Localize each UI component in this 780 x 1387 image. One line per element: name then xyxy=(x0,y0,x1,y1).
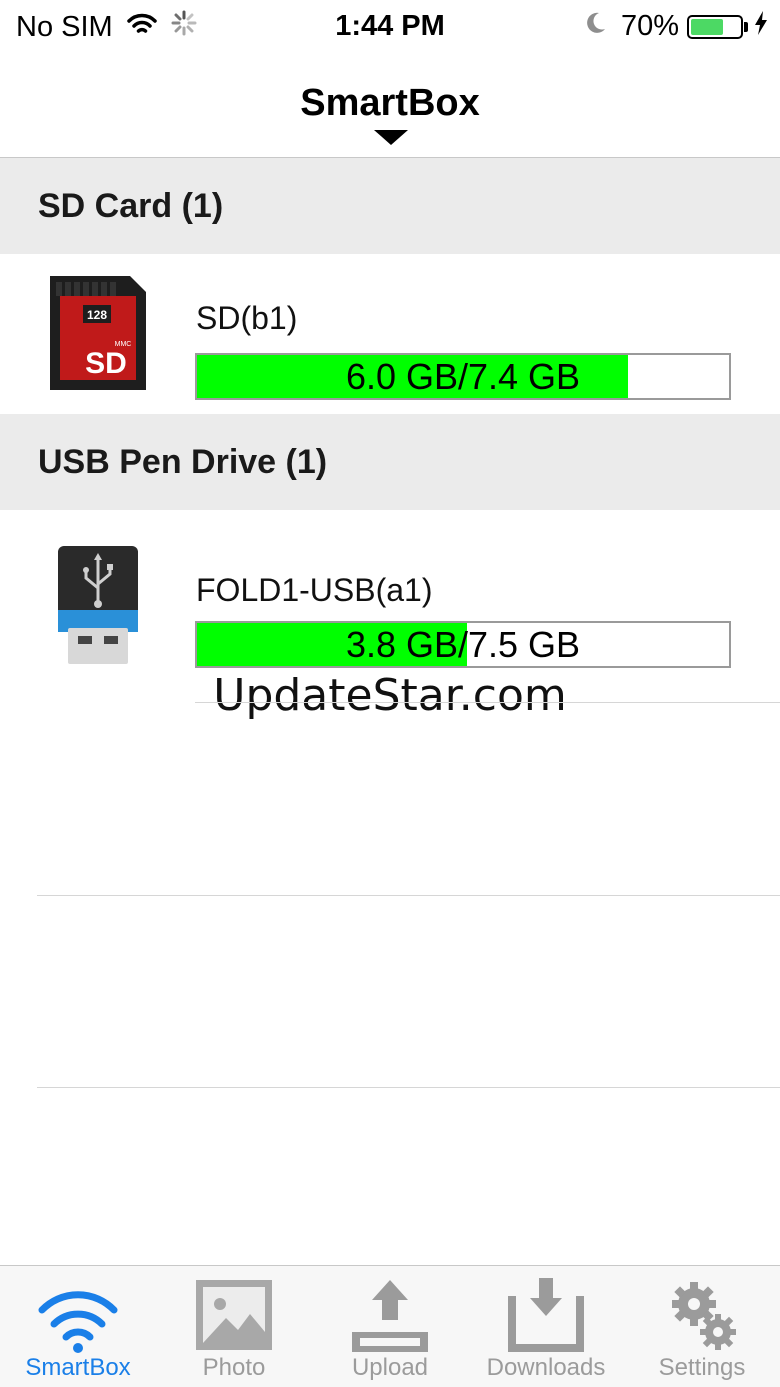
watermark: UpdateStar.com xyxy=(213,670,567,721)
sd-capacity-label: 128 xyxy=(87,308,107,322)
sd-card-icon: 128 MMC SD xyxy=(48,274,148,397)
section-header-usb-pen-drive: USB Pen Drive (1) xyxy=(0,414,780,510)
section-header-sd-card: SD Card (1) xyxy=(0,158,780,254)
storage-usage-bar: 3.8 GB/7.5 GB xyxy=(195,621,731,668)
device-row-sd[interactable]: 128 MMC SD SD(b1) 6.0 GB/7.4 GB xyxy=(0,254,780,414)
device-name: FOLD1-USB(a1) xyxy=(196,572,433,608)
row-separator xyxy=(37,895,780,896)
status-right: 70% xyxy=(585,10,768,43)
storage-usage-bar: 6.0 GB/7.4 GB xyxy=(195,353,731,400)
storage-usage-text: 6.0 GB/7.4 GB xyxy=(345,356,581,397)
wifi-icon xyxy=(36,1276,120,1356)
tab-downloads[interactable]: Downloads xyxy=(468,1266,624,1387)
storage-usage-text: 3.8 GB/7.5 GB xyxy=(345,624,581,665)
upload-icon xyxy=(348,1276,432,1356)
battery-tip xyxy=(744,21,748,32)
tab-label: Downloads xyxy=(486,1354,606,1381)
gear-icon xyxy=(660,1276,744,1356)
dropdown-arrow-icon[interactable] xyxy=(374,130,408,145)
photo-icon xyxy=(192,1276,276,1356)
page-title[interactable]: SmartBox xyxy=(0,82,780,125)
section-title: SD Card (1) xyxy=(38,186,224,225)
battery-percent: 70% xyxy=(620,10,679,42)
do-not-disturb-moon-icon xyxy=(585,10,607,43)
tab-smartbox[interactable]: SmartBox xyxy=(0,1266,156,1387)
battery-icon xyxy=(687,14,743,39)
status-bar: No SIM 1:44 PM 70% xyxy=(0,0,780,54)
downloads-icon xyxy=(504,1276,588,1356)
section-title: USB Pen Drive (1) xyxy=(38,442,328,481)
row-separator xyxy=(195,702,780,703)
charging-bolt-icon xyxy=(754,10,768,43)
sd-type-label: SD xyxy=(85,347,127,380)
tab-label: Settings xyxy=(658,1354,746,1381)
tab-photo[interactable]: Photo xyxy=(156,1266,312,1387)
tab-settings[interactable]: Settings xyxy=(624,1266,780,1387)
navigation-bar: SmartBox xyxy=(0,54,780,158)
usb-drive-icon xyxy=(56,544,140,671)
device-name: SD(b1) xyxy=(196,300,298,336)
tab-bar: SmartBox Photo Upload Downloads Settings xyxy=(0,1265,780,1387)
tab-upload[interactable]: Upload xyxy=(312,1266,468,1387)
row-separator xyxy=(37,1087,780,1088)
tab-label: Photo xyxy=(202,1354,266,1381)
tab-label: SmartBox xyxy=(25,1354,131,1381)
tab-label: Upload xyxy=(351,1354,429,1381)
